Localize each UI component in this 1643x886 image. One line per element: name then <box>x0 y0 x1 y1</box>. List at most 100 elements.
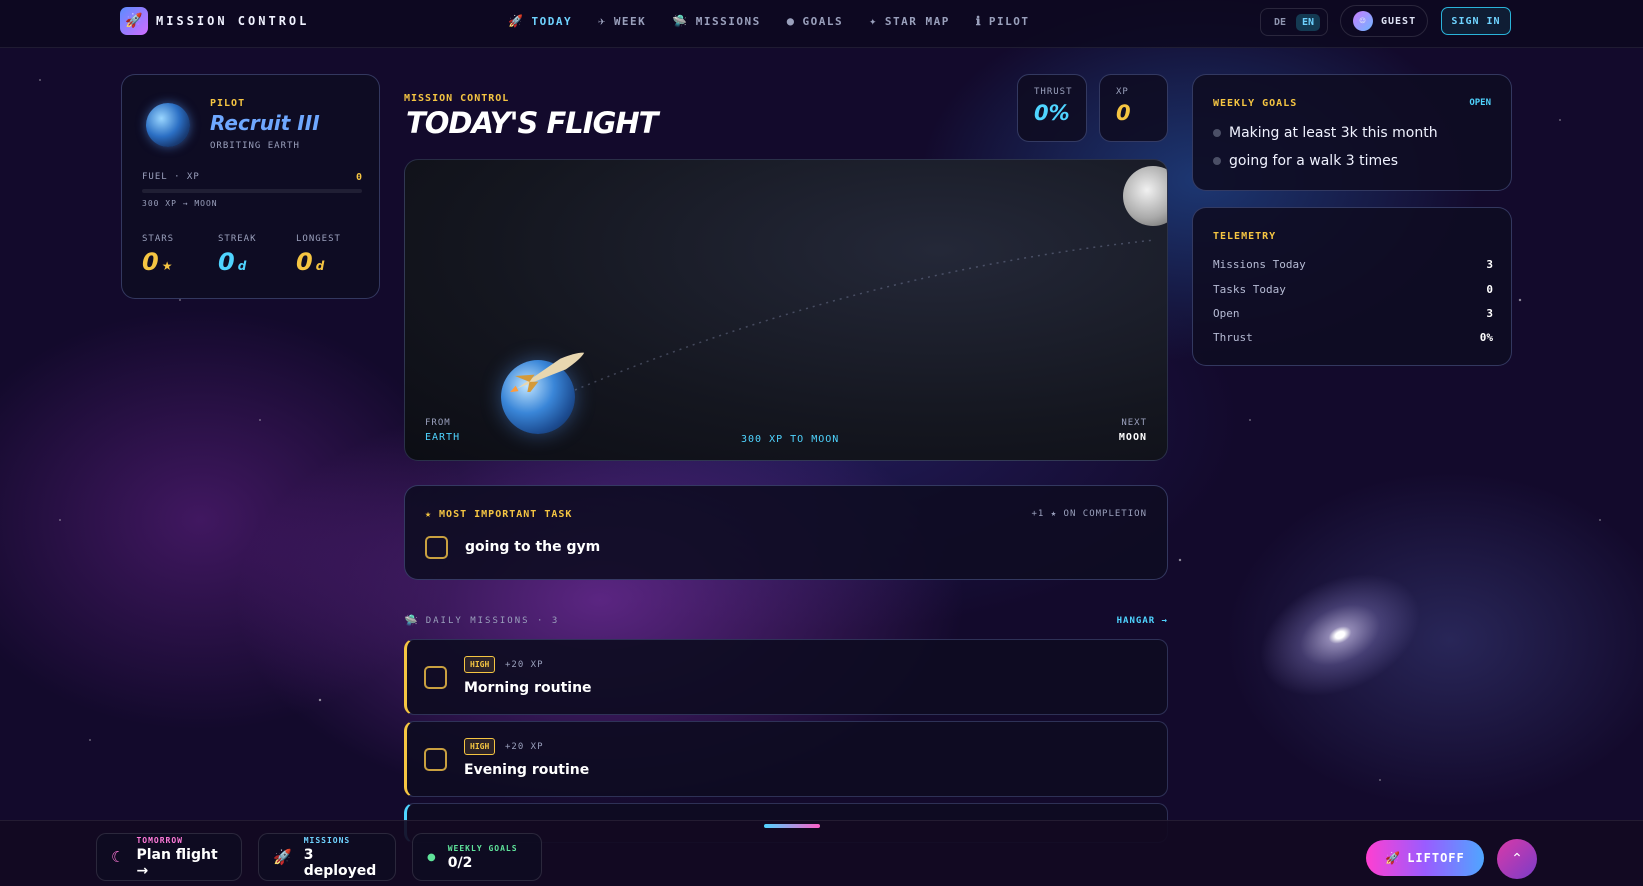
from-label: FROM <box>425 418 451 428</box>
mission-checkbox[interactable] <box>424 666 447 689</box>
telemetry-value: 0 <box>1486 283 1493 296</box>
avatar: ☺ <box>1353 11 1373 31</box>
weekly-goals-chip[interactable]: ● WEEKLY GOALS 0/2 <box>412 833 542 881</box>
xp-box: XP 0 <box>1099 74 1168 142</box>
stat-value: 0 <box>218 248 235 276</box>
thrust-label: THRUST <box>1034 87 1073 97</box>
galaxy-decoration <box>1239 549 1441 721</box>
telemetry-label: Tasks Today <box>1213 283 1286 296</box>
xp-value: 0 <box>1116 101 1131 125</box>
chip-label: TOMORROW <box>136 835 183 845</box>
chip-label: WEEKLY GOALS <box>447 843 518 853</box>
mit-header: ★ MOST IMPORTANT TASK <box>425 509 573 520</box>
chip-label: MISSIONS <box>303 835 351 845</box>
chip-value: Plan flight → <box>136 846 218 879</box>
tomorrow-chip[interactable]: ☾ TOMORROW Plan flight → <box>96 833 242 881</box>
liftoff-button[interactable]: 🚀 LIFTOFF <box>1366 840 1484 876</box>
goals-open-link[interactable]: OPEN <box>1469 98 1491 108</box>
thrust-value: 0% <box>1034 101 1070 125</box>
goal-item[interactable]: going for a walk 3 times <box>1213 153 1398 169</box>
stat-label: LONGEST <box>296 234 341 244</box>
rocket-icon: 🚀 <box>1385 851 1402 865</box>
telemetry-label: Open <box>1213 307 1240 320</box>
next-label: NEXT <box>1121 418 1147 428</box>
nav-label: PILOT <box>988 14 1030 28</box>
nav-label: TODAY <box>531 14 573 28</box>
nav-label: GOALS <box>802 14 844 28</box>
rocket-icon: 🚀 <box>273 848 292 866</box>
mission-card[interactable]: HIGH +20 XP Morning routine <box>404 639 1168 715</box>
stat-label: STARS <box>142 234 175 244</box>
xp-to-moon: 300 XP → MOON <box>142 199 218 208</box>
nav-goals[interactable]: ● GOALS <box>787 14 843 28</box>
mit-task-title: going to the gym <box>465 539 601 555</box>
drawer-handle[interactable] <box>764 824 820 828</box>
stat-unit: d <box>237 259 247 273</box>
chip-value: 0/2 <box>447 854 473 871</box>
priority-badge: HIGH <box>464 656 496 673</box>
nav-label: MISSIONS <box>695 14 761 28</box>
telemetry-row: Thrust 0% <box>1213 331 1493 344</box>
goal-text: Making at least 3k this month <box>1229 125 1438 141</box>
page-title: TODAY'S FLIGHT <box>406 106 658 140</box>
flight-scene: FROM EARTH 300 XP TO MOON NEXT MOON <box>404 159 1168 461</box>
mission-card[interactable]: HIGH +20 XP Evening routine <box>404 721 1168 797</box>
stat-label: STREAK <box>218 234 257 244</box>
goal-text: going for a walk 3 times <box>1229 153 1399 169</box>
pilot-role: PILOT <box>210 98 246 109</box>
stat-value: 0 <box>142 248 159 276</box>
nav-week[interactable]: ✈ WEEK <box>598 14 646 28</box>
brand-name: MISSION CONTROL <box>156 14 310 28</box>
pilot-name: Recruit III <box>210 111 320 135</box>
ufo-icon: 🛸 <box>672 14 689 28</box>
sign-in-button[interactable]: SIGN IN <box>1441 7 1511 35</box>
daily-missions-header: 🛸 DAILY MISSIONS · 3 HANGAR → <box>404 614 1168 627</box>
language-switch: DE EN <box>1260 8 1328 36</box>
lang-en-button[interactable]: EN <box>1296 13 1321 31</box>
next-moon: NEXT MOON <box>1119 418 1147 443</box>
telemetry-row: Open 3 <box>1213 307 1493 320</box>
main-nav: 🚀 TODAY ✈ WEEK 🛸 MISSIONS ● GOALS ✦ STAR MAP … <box>508 14 1030 28</box>
missions-chip[interactable]: 🚀 MISSIONS 3 deployed <box>258 833 396 881</box>
liftoff-label: LIFTOFF <box>1407 851 1465 865</box>
telemetry-card: TELEMETRY Missions Today 3 Tasks Today 0 O… <box>1192 207 1512 366</box>
telemetry-value: 0% <box>1479 331 1493 344</box>
pilot-card: PILOT Recruit III ORBITING EARTH FUEL · … <box>121 74 380 299</box>
plane-icon: ✈ <box>598 14 607 28</box>
goal-status-dot <box>1213 157 1221 165</box>
guest-user-button[interactable]: ☺ GUEST <box>1340 5 1428 37</box>
info-icon: ℹ <box>975 14 982 28</box>
rocket-logo-icon: 🚀 <box>120 7 148 35</box>
fuel-label: FUEL · XP <box>142 172 200 182</box>
nav-pilot[interactable]: ℹ PILOT <box>976 14 1030 28</box>
hangar-link[interactable]: HANGAR → <box>1117 616 1168 626</box>
weekly-goals-card: WEEKLY GOALS OPEN Making at least 3k thi… <box>1192 74 1512 191</box>
rocket-icon: 🚀 <box>508 14 525 28</box>
ufo-icon: 🛸 <box>404 614 418 627</box>
mission-xp: +20 XP <box>505 660 544 670</box>
flight-path <box>574 239 1156 391</box>
planet-icon: ● <box>786 14 796 28</box>
scroll-up-button[interactable]: ⌃ <box>1497 839 1537 879</box>
next-value: MOON <box>1118 432 1147 443</box>
brand[interactable]: 🚀 MISSION CONTROL <box>120 7 309 35</box>
mission-control-kicker: MISSION CONTROL <box>404 93 510 104</box>
daily-missions-title: DAILY MISSIONS · 3 <box>425 615 560 626</box>
from-earth: FROM EARTH <box>425 418 460 443</box>
lang-de-button[interactable]: DE <box>1268 14 1292 31</box>
xp-label: XP <box>1116 87 1129 97</box>
goal-item[interactable]: Making at least 3k this month <box>1213 125 1438 141</box>
mit-checkbox[interactable] <box>425 536 448 559</box>
telemetry-label: Missions Today <box>1213 258 1306 271</box>
nav-today[interactable]: 🚀 TODAY <box>508 14 572 28</box>
priority-badge: HIGH <box>464 738 496 755</box>
top-navbar: 🚀 MISSION CONTROL 🚀 TODAY ✈ WEEK 🛸 MISSIONS… <box>0 0 1643 48</box>
sparkle-icon: ✦ <box>869 14 878 28</box>
moon-icon: ☾ <box>111 848 125 866</box>
nav-star-map[interactable]: ✦ STAR MAP <box>869 14 950 28</box>
most-important-task-card: ★ MOST IMPORTANT TASK +1 ★ ON COMPLETION… <box>404 485 1168 580</box>
stat-streak: STREAK 0d <box>218 234 257 276</box>
mission-checkbox[interactable] <box>424 748 447 771</box>
chip-value: 3 deployed <box>303 846 377 879</box>
nav-missions[interactable]: 🛸 MISSIONS <box>672 14 760 28</box>
